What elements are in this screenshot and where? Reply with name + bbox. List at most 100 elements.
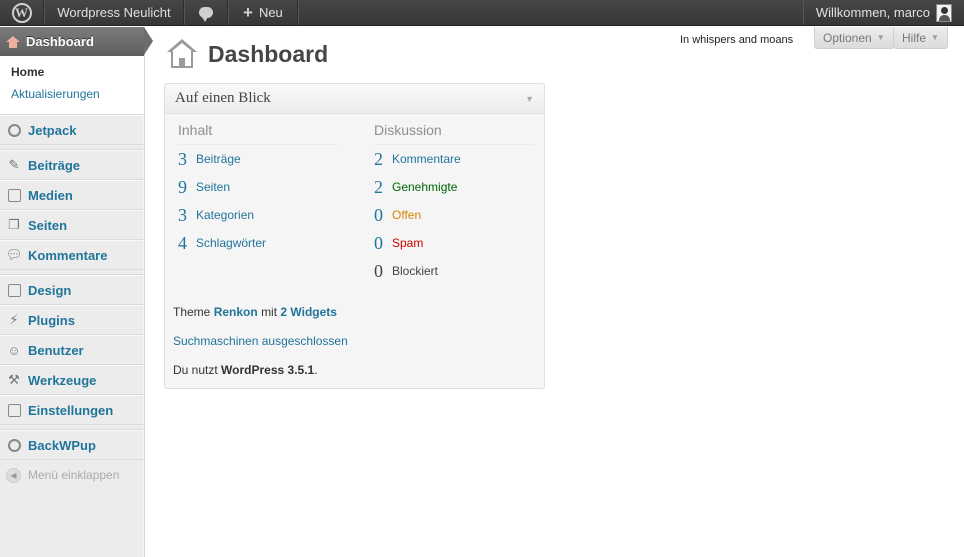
stat-label: Beiträge	[196, 152, 241, 166]
plugin-icon: ⚡︎	[9, 312, 19, 327]
jetpack-icon	[6, 122, 22, 138]
stat-posts[interactable]: 3 Beiträge	[178, 145, 338, 173]
sidebar-item-label: Design	[28, 282, 72, 298]
users-icon: ☺︎	[7, 342, 21, 358]
sidebar-item-plugins[interactable]: ⚡︎ Plugins	[0, 305, 144, 335]
stat-label: Spam	[392, 236, 424, 250]
sidebar-item-dashboard[interactable]: Dashboard	[0, 27, 153, 56]
stat-spam[interactable]: 0 Spam	[374, 229, 534, 257]
sidebar-item-label: Werkzeuge	[28, 372, 97, 388]
backup-icon	[6, 437, 22, 453]
account-menu[interactable]: Willkommen, marco	[802, 0, 964, 25]
stat-number: 4	[178, 232, 187, 253]
sidebar-item-label: Medien	[28, 187, 73, 203]
stat-tags[interactable]: 4 Schlagwörter	[178, 229, 338, 257]
sidebar-item-werkzeuge[interactable]: ⚒︎ Werkzeuge	[0, 365, 144, 395]
stat-number: 0	[374, 232, 383, 253]
triangle-down-icon: ▼	[931, 33, 939, 42]
stat-number: 2	[374, 148, 383, 169]
stat-label: Schlagwörter	[196, 236, 267, 250]
discussion-column: Diskussion 2 Kommentare 2 Genehmigte 0 O…	[374, 122, 534, 285]
submenu-home[interactable]: Home	[11, 64, 144, 86]
new-content-button[interactable]: + Neu	[228, 0, 298, 25]
search-engines-link[interactable]: Suchmaschinen ausgeschlossen	[173, 334, 348, 348]
version-info: Du nutzt WordPress 3.5.1.	[173, 363, 318, 377]
screen-options-label: Optionen	[823, 30, 872, 45]
wordpress-logo-menu[interactable]: W	[0, 0, 44, 25]
wordpress-logo-icon: W	[11, 2, 32, 23]
sidebar-item-label: Benutzer	[28, 342, 84, 358]
theme-link[interactable]: Renkon	[214, 305, 258, 319]
design-icon	[6, 282, 22, 298]
new-label: Neu	[258, 5, 283, 20]
theme-info: Theme Renkon mit 2 Widgets	[173, 305, 337, 319]
content-column: Inhalt 3 Beiträge 9 Seiten 3 Kategorien …	[178, 122, 338, 257]
sidebar-item-label: Einstellungen	[28, 402, 114, 418]
site-name-link[interactable]: Wordpress Neulicht	[44, 0, 184, 25]
version-number: WordPress 3.5.1	[221, 363, 315, 377]
sidebar-item-kommentare[interactable]: 💬︎ Kommentare	[0, 240, 144, 270]
content-heading: Inhalt	[178, 122, 338, 145]
stat-comments[interactable]: 2 Kommentare	[374, 145, 534, 173]
stat-pages[interactable]: 9 Seiten	[178, 173, 338, 201]
theme-prefix: Theme	[173, 305, 211, 319]
sidebar-item-label: Dashboard	[26, 34, 94, 49]
submenu-aktualisierungen[interactable]: Aktualisierungen	[11, 86, 144, 108]
site-tagline: In whispers and moans	[680, 34, 794, 46]
help-label: Hilfe	[902, 30, 927, 45]
stat-number: 2	[374, 176, 383, 197]
stat-label: Offen	[392, 208, 422, 222]
triangle-down-icon: ▼	[876, 33, 885, 42]
settings-icon	[6, 402, 22, 418]
home-icon	[6, 35, 20, 48]
widget-header[interactable]: Auf einen Blick ▼	[165, 84, 544, 114]
stat-label: Kommentare	[392, 152, 461, 166]
admin-sidebar: Dashboard Home Aktualisierungen Jetpack …	[0, 27, 153, 557]
stat-blocked: 0 Blockiert	[374, 257, 534, 285]
media-icon	[6, 187, 22, 203]
sidebar-item-benutzer[interactable]: ☺︎ Benutzer	[0, 335, 144, 365]
at-a-glance-widget: Auf einen Blick ▼ Inhalt 3 Beiträge 9 Se…	[164, 83, 545, 389]
comments-icon: 💬︎	[5, 247, 23, 262]
screen-options-button[interactable]: Optionen ▼	[814, 27, 894, 49]
sidebar-item-label: Kommentare	[28, 247, 108, 263]
collapse-arrow-icon: ◀	[6, 467, 21, 483]
plus-icon: +	[243, 3, 253, 22]
stat-number: 0	[374, 204, 383, 225]
pages-icon: ❐	[8, 217, 20, 232]
sidebar-item-label: Seiten	[28, 217, 68, 233]
admin-bar-spacer	[297, 0, 803, 25]
widgets-link[interactable]: 2 Widgets	[280, 305, 337, 319]
welcome-text: Willkommen, marco	[815, 5, 930, 20]
stat-number: 3	[178, 148, 187, 169]
avatar	[936, 3, 952, 22]
sidebar-item-beitraege[interactable]: ✎ Beiträge	[0, 150, 144, 180]
comments-button[interactable]	[184, 0, 228, 25]
sidebar-item-jetpack[interactable]: Jetpack	[0, 115, 144, 145]
sidebar-item-design[interactable]: Design	[0, 275, 144, 305]
sidebar-item-label: Beiträge	[28, 157, 81, 173]
collapse-menu-button[interactable]: ◀ Menü einklappen	[0, 460, 144, 490]
widget-toggle-icon[interactable]: ▼	[525, 94, 534, 104]
stat-number: 9	[178, 176, 187, 197]
stat-label: Blockiert	[392, 264, 439, 278]
version-prefix: Du nutzt	[173, 363, 218, 377]
sidebar-item-label: BackWPup	[28, 437, 96, 453]
sidebar-item-label: Jetpack	[28, 122, 77, 138]
help-button[interactable]: Hilfe ▼	[893, 27, 948, 49]
sidebar-item-seiten[interactable]: ❐ Seiten	[0, 210, 144, 240]
stat-pending[interactable]: 0 Offen	[374, 201, 534, 229]
collapse-menu-label: Menü einklappen	[28, 468, 120, 482]
page-header: Dashboard	[166, 39, 328, 69]
stat-label: Seiten	[196, 180, 231, 194]
sidebar-item-einstellungen[interactable]: Einstellungen	[0, 395, 144, 425]
sidebar-item-medien[interactable]: Medien	[0, 180, 144, 210]
page-title: Dashboard	[208, 40, 329, 67]
sidebar-item-backwpup[interactable]: BackWPup	[0, 430, 144, 460]
stat-approved[interactable]: 2 Genehmigte	[374, 173, 534, 201]
comment-bubble-icon	[199, 7, 213, 22]
dashboard-house-icon	[166, 39, 198, 69]
stat-number: 0	[374, 260, 383, 281]
stat-label: Kategorien	[196, 208, 255, 222]
stat-categories[interactable]: 3 Kategorien	[178, 201, 338, 229]
